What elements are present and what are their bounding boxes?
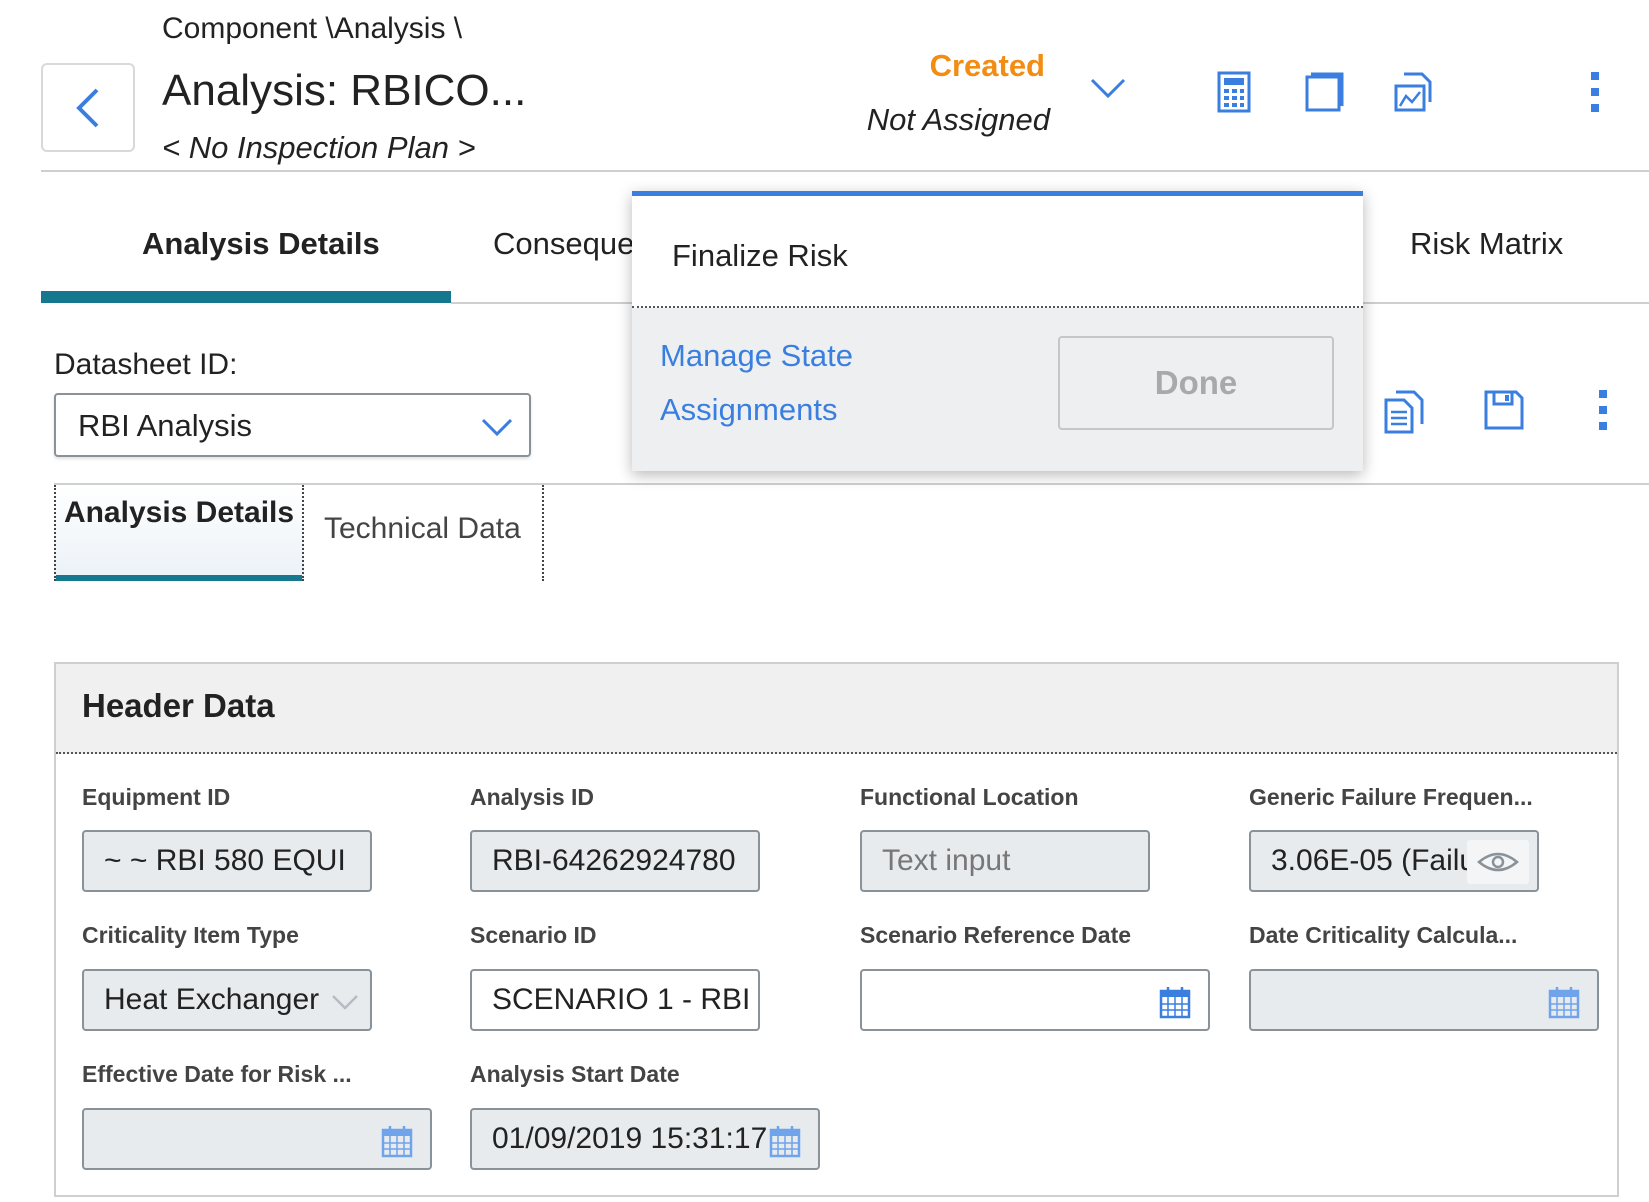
view-details-button[interactable]	[1467, 840, 1529, 884]
calculator-icon	[1217, 71, 1251, 113]
analysis-start-date-value: 01/09/2019 15:31:17	[492, 1122, 768, 1155]
analysis-id-field[interactable]: RBI-64262924780	[470, 830, 760, 892]
generic-failure-frequency-label: Generic Failure Frequen...	[1249, 784, 1533, 810]
tab-risk-matrix[interactable]: Risk Matrix	[1410, 226, 1563, 262]
analysis-start-date-label: Analysis Start Date	[470, 1061, 680, 1087]
assignment-label[interactable]: Not Assigned	[840, 102, 1050, 138]
calendar-icon[interactable]	[768, 1124, 802, 1158]
inspection-plan-link[interactable]: < No Inspection Plan >	[162, 130, 476, 166]
popup-body: Manage State Assignments Done	[632, 308, 1363, 471]
save-icon	[1484, 390, 1524, 430]
report-icon	[1394, 72, 1432, 112]
chevron-down-icon	[1090, 78, 1126, 99]
analysis-id-value: RBI-64262924780	[492, 844, 736, 877]
effective-date-for-risk-label: Effective Date for Risk ...	[82, 1061, 352, 1087]
criticality-item-type-label: Criticality Item Type	[82, 922, 299, 948]
save-button[interactable]	[1482, 388, 1526, 434]
analysis-start-date-field[interactable]: 01/09/2019 15:31:17	[470, 1108, 820, 1170]
equipment-id-field[interactable]: ~ ~ RBI 580 EQUI	[82, 830, 372, 892]
tab-analysis-details[interactable]: Analysis Details	[142, 226, 380, 262]
datasheet-more-menu[interactable]	[1596, 390, 1610, 430]
subtab-label: Analysis Details	[63, 496, 295, 529]
generic-failure-frequency-field[interactable]: 3.06E-05 (Failures	[1249, 830, 1539, 892]
page-title: Analysis: RBICO...	[162, 66, 527, 115]
back-button[interactable]	[41, 63, 135, 152]
finalize-risk-popup: Finalize Risk Manage State Assignments D…	[632, 191, 1363, 471]
state-label[interactable]: Created	[920, 48, 1045, 84]
scenario-id-label: Scenario ID	[470, 922, 597, 948]
header-more-menu[interactable]	[1588, 72, 1602, 112]
scenario-reference-date-field[interactable]	[860, 969, 1210, 1031]
calendar-icon[interactable]	[380, 1124, 414, 1158]
header-data-section: Header Data Equipment ID ~ ~ RBI 580 EQU…	[54, 662, 1619, 1197]
subtab-analysis-details[interactable]: Analysis Details	[54, 485, 304, 581]
tab-consequence[interactable]: Conseque	[493, 226, 634, 262]
panel-icon	[1305, 72, 1344, 112]
copy-datasheet-button[interactable]	[1382, 388, 1426, 434]
functional-location-placeholder: Text input	[882, 844, 1011, 877]
panel-toggle-button[interactable]	[1302, 70, 1346, 114]
calculator-button[interactable]	[1212, 70, 1256, 114]
state-dropdown-toggle[interactable]	[1086, 70, 1130, 106]
criticality-item-type-select[interactable]: Heat Exchanger	[82, 969, 372, 1031]
section-header: Header Data	[56, 664, 1617, 754]
section-title: Header Data	[82, 687, 275, 724]
effective-date-for-risk-field[interactable]	[82, 1108, 432, 1170]
breadcrumb: Component \Analysis \	[162, 12, 463, 45]
eye-icon	[1477, 852, 1519, 872]
active-subtab-indicator	[56, 575, 302, 581]
datasheet-select[interactable]: RBI Analysis	[54, 393, 531, 457]
chevron-left-icon	[76, 88, 99, 127]
datasheet-label: Datasheet ID:	[54, 348, 238, 381]
done-button[interactable]: Done	[1058, 336, 1334, 430]
subtab-technical-data[interactable]: Technical Data	[304, 485, 544, 581]
scenario-reference-date-label: Scenario Reference Date	[860, 922, 1132, 948]
datasheet-value: RBI Analysis	[78, 408, 253, 443]
popup-title[interactable]: Finalize Risk	[672, 238, 848, 274]
scenario-id-field[interactable]: SCENARIO 1 - RBI	[470, 969, 760, 1031]
manage-state-link[interactable]: Manage State	[660, 338, 853, 374]
header-divider	[41, 170, 1649, 172]
functional-location-label: Functional Location	[860, 784, 1079, 810]
assignments-link[interactable]: Assignments	[660, 392, 837, 428]
analysis-id-label: Analysis ID	[470, 784, 594, 810]
criticality-item-type-value: Heat Exchanger	[104, 983, 320, 1016]
subtab-label: Technical Data	[324, 512, 521, 545]
chevron-down-icon	[332, 995, 358, 1010]
report-button[interactable]	[1392, 70, 1436, 114]
active-tab-indicator	[41, 291, 451, 303]
functional-location-field[interactable]: Text input	[860, 830, 1150, 892]
equipment-id-label: Equipment ID	[82, 784, 231, 810]
document-icon	[1384, 390, 1424, 434]
date-criticality-calculated-field[interactable]	[1249, 969, 1599, 1031]
calendar-icon[interactable]	[1158, 985, 1192, 1019]
scenario-id-value: SCENARIO 1 - RBI	[492, 983, 751, 1016]
chevron-down-icon	[481, 418, 513, 437]
equipment-id-value: ~ ~ RBI 580 EQUI	[104, 844, 346, 877]
calendar-icon[interactable]	[1547, 985, 1581, 1019]
popup-header: Finalize Risk	[632, 196, 1363, 308]
date-criticality-calculated-label: Date Criticality Calcula...	[1249, 922, 1518, 948]
